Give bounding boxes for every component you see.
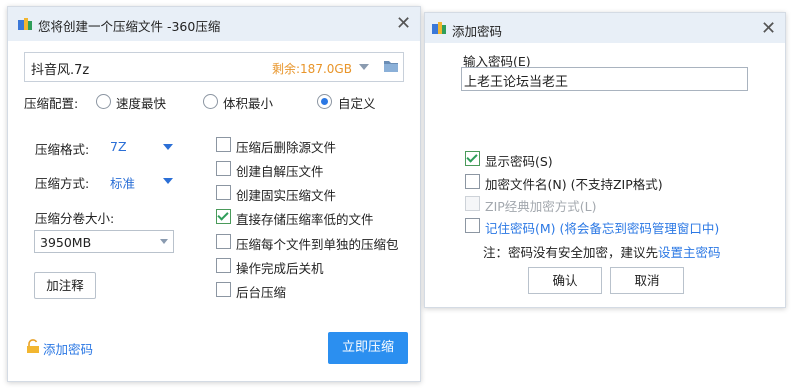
chevron-down-icon xyxy=(160,239,168,244)
format-label: 压缩格式: xyxy=(35,142,90,157)
cancel-button[interactable]: 取消 xyxy=(610,267,684,294)
archive-name-text: 抖音风.7z xyxy=(31,63,90,78)
radio-fastest[interactable] xyxy=(96,94,111,109)
option-background-label: 后台压缩 xyxy=(236,285,287,300)
add-password-dialog: 添加密码 ✕ 输入密码(E) 上老王论坛当老王 显示密码(S) 加密文件名(N)… xyxy=(424,12,786,308)
lock-icon xyxy=(26,339,40,353)
security-note-text: 注：密码没有安全加密，建议先 xyxy=(483,245,659,260)
folder-icon[interactable] xyxy=(383,59,398,72)
checkbox-separate-archives[interactable] xyxy=(216,234,231,249)
compress-dialog: 您将创建一个压缩文件 -360压缩 ✕ 抖音风.7z 剩余:187.0GB 压缩… xyxy=(7,6,421,382)
close-icon[interactable]: ✕ xyxy=(761,20,776,38)
remember-password-label[interactable]: 记住密码(M) (将会备忘到密码管理窗口中) xyxy=(485,218,719,237)
encrypt-filenames-label: 加密文件名(N) (不支持ZIP格式) xyxy=(485,177,663,192)
checkbox-background[interactable] xyxy=(216,282,231,297)
option-self-extract-label: 创建自解压文件 xyxy=(236,164,324,179)
radio-smallest[interactable] xyxy=(203,94,218,109)
free-space-text: 剩余:187.0GB xyxy=(272,62,352,76)
show-password-label: 显示密码(S) xyxy=(485,154,553,169)
option-solid-archive-label: 创建固实压缩文件 xyxy=(236,188,337,203)
option-delete-source-label: 压缩后删除源文件 xyxy=(236,140,337,155)
checkbox-store-low-ratio[interactable] xyxy=(216,209,231,224)
chevron-down-icon xyxy=(163,178,173,184)
checkbox-remember-password[interactable] xyxy=(465,218,480,233)
set-master-password-link[interactable]: 设置主密码 xyxy=(658,245,721,260)
compress-dialog-title: 您将创建一个压缩文件 -360压缩 xyxy=(38,19,221,34)
radio-custom-label: 自定义 xyxy=(338,96,376,111)
360zip-app-icon xyxy=(432,22,446,34)
checkbox-encrypt-filenames[interactable] xyxy=(465,174,480,189)
path-history-dropdown-icon[interactable] xyxy=(359,64,369,70)
split-size-combobox[interactable]: 3950MB xyxy=(34,230,174,253)
split-size-value: 3950MB xyxy=(40,235,92,250)
checkbox-self-extract[interactable] xyxy=(216,161,231,176)
method-select[interactable]: 标准 xyxy=(108,173,178,191)
checkbox-shutdown-after[interactable] xyxy=(216,258,231,273)
add-password-title: 添加密码 xyxy=(452,24,503,39)
password-input[interactable]: 上老王论坛当老王 xyxy=(461,67,748,91)
confirm-button[interactable]: 确认 xyxy=(528,267,602,294)
radio-fastest-label: 速度最快 xyxy=(116,96,167,111)
radio-custom[interactable] xyxy=(317,94,332,109)
add-password-titlebar: 添加密码 ✕ xyxy=(425,13,785,43)
password-value: 上老王论坛当老王 xyxy=(464,75,569,90)
option-shutdown-after-label: 操作完成后关机 xyxy=(236,261,324,276)
compress-now-button[interactable]: 立即压缩 xyxy=(328,332,408,364)
checkbox-delete-source[interactable] xyxy=(216,137,231,152)
zip-classic-encryption-label: ZIP经典加密方式(L) xyxy=(485,199,597,214)
chevron-down-icon xyxy=(163,144,173,150)
checkbox-show-password[interactable] xyxy=(465,151,480,166)
compress-dialog-titlebar: 您将创建一个压缩文件 -360压缩 ✕ xyxy=(8,7,420,41)
close-icon[interactable]: ✕ xyxy=(396,15,411,33)
checkbox-solid-archive[interactable] xyxy=(216,185,231,200)
add-password-link[interactable]: 添加密码 xyxy=(26,338,106,357)
method-label: 压缩方式: xyxy=(35,176,90,191)
option-store-low-ratio-label: 直接存储压缩率低的文件 xyxy=(236,212,374,227)
security-note: 注：密码没有安全加密，建议先设置主密码 xyxy=(483,242,721,261)
option-separate-archives-label: 压缩每个文件到单独的压缩包 xyxy=(236,237,399,252)
config-label: 压缩配置: xyxy=(24,96,79,111)
radio-smallest-label: 体积最小 xyxy=(223,96,274,111)
format-value: 7Z xyxy=(110,139,127,154)
add-comment-button[interactable]: 加注释 xyxy=(34,272,96,299)
split-size-label: 压缩分卷大小: xyxy=(35,211,115,226)
method-value: 标准 xyxy=(110,176,136,191)
360zip-app-icon xyxy=(18,18,32,30)
archive-path-field[interactable]: 抖音风.7z 剩余:187.0GB xyxy=(24,52,404,82)
checkbox-zip-classic-encryption[interactable] xyxy=(465,196,480,211)
add-password-label: 添加密码 xyxy=(43,342,94,357)
format-select[interactable]: 7Z xyxy=(108,139,178,155)
